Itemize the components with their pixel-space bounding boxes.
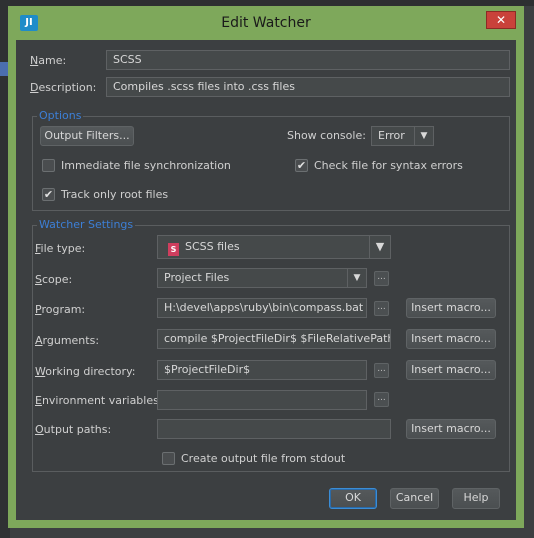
options-group: Options Output Filters... Show console: …	[32, 109, 510, 211]
check-syntax-label: Check file for syntax errors	[314, 159, 463, 172]
working-directory-label: Working directory:	[35, 365, 136, 378]
ok-button[interactable]: OK	[329, 488, 377, 509]
checkmark-icon: ✔	[296, 159, 307, 172]
name-label: Name:	[30, 54, 67, 67]
edit-watcher-dialog: JI Edit Watcher ✕ Name: SCSS Description…	[8, 6, 524, 528]
track-root-label: Track only root files	[61, 188, 169, 201]
environment-variables-browse-button[interactable]: ...	[374, 392, 389, 407]
options-group-title: Options	[37, 109, 84, 123]
environment-variables-label: Environment variables:	[35, 394, 163, 407]
cancel-button[interactable]: Cancel	[390, 488, 439, 509]
check-syntax-checkbox[interactable]: ✔	[295, 159, 308, 172]
description-field[interactable]: Compiles .scss files into .css files	[106, 77, 510, 97]
immediate-sync-label: Immediate file synchronization	[61, 159, 231, 172]
arguments-insert-macro-button[interactable]: Insert macro...	[406, 329, 496, 349]
program-field[interactable]: H:\devel\apps\ruby\bin\compass.bat	[157, 298, 367, 318]
output-paths-label: Output paths:	[35, 423, 112, 436]
chevron-down-icon: ▼	[347, 269, 366, 287]
track-root-checkbox[interactable]: ✔	[42, 188, 55, 201]
output-paths-insert-macro-button[interactable]: Insert macro...	[406, 419, 496, 439]
show-console-select[interactable]: Error ▼	[371, 126, 434, 146]
environment-variables-field[interactable]	[157, 390, 367, 410]
title-bar[interactable]: JI Edit Watcher ✕	[8, 6, 524, 40]
create-output-checkbox[interactable]	[162, 452, 175, 465]
program-browse-button[interactable]: ...	[374, 301, 389, 316]
show-console-label: Show console:	[287, 129, 366, 142]
scope-browse-button[interactable]: ...	[374, 271, 389, 286]
create-output-label: Create output file from stdout	[181, 452, 346, 465]
output-filters-button[interactable]: Output Filters...	[40, 126, 134, 146]
dialog-title: Edit Watcher	[221, 15, 311, 31]
help-button[interactable]: Help	[452, 488, 500, 509]
working-directory-field[interactable]: $ProjectFileDir$	[157, 360, 367, 380]
chevron-down-icon: ▼	[414, 127, 433, 145]
scss-file-icon: S	[168, 243, 179, 256]
checkmark-icon: ✔	[43, 188, 54, 201]
dialog-content: Name: SCSS Description: Compiles .scss f…	[16, 40, 516, 520]
arguments-label: Arguments:	[35, 334, 100, 347]
file-type-label: File type:	[35, 242, 86, 255]
chevron-down-icon: ▼	[369, 236, 390, 258]
immediate-sync-checkbox[interactable]	[42, 159, 55, 172]
program-label: Program:	[35, 303, 86, 316]
program-insert-macro-button[interactable]: Insert macro...	[406, 298, 496, 318]
scope-value: Project Files	[164, 271, 230, 284]
name-field[interactable]: SCSS	[106, 50, 510, 70]
watcher-settings-title: Watcher Settings	[37, 218, 136, 232]
close-button[interactable]: ✕	[486, 11, 516, 29]
arguments-field[interactable]: compile $ProjectFileDir$ $FileRelativePa…	[157, 329, 391, 349]
scope-label: Scope:	[35, 273, 73, 286]
working-directory-browse-button[interactable]: ...	[374, 363, 389, 378]
output-paths-field[interactable]	[157, 419, 391, 439]
working-directory-insert-macro-button[interactable]: Insert macro...	[406, 360, 496, 380]
scope-select[interactable]: Project Files ▼	[157, 268, 367, 288]
show-console-value: Error	[378, 129, 405, 142]
description-label: Description:	[30, 81, 97, 94]
file-type-select[interactable]: S SCSS files ▼	[157, 235, 391, 259]
file-type-value: SCSS files	[185, 240, 240, 253]
